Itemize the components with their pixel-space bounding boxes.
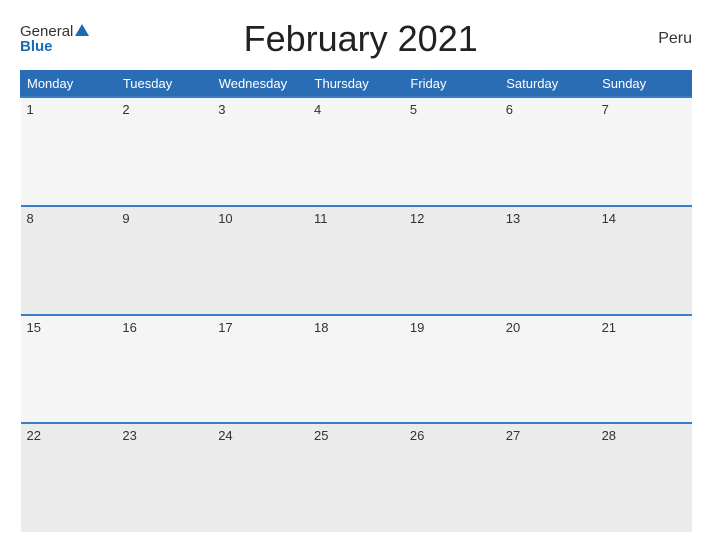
day-number: 6 [506, 102, 513, 117]
day-number: 23 [122, 428, 136, 443]
day-number: 1 [27, 102, 34, 117]
day-cell-11: 11 [308, 206, 404, 315]
weekday-monday: Monday [21, 71, 117, 98]
day-cell-1: 1 [21, 97, 117, 206]
week-row-2: 8 9 10 11 12 13 14 [21, 206, 692, 315]
weekday-thursday: Thursday [308, 71, 404, 98]
day-cell-20: 20 [500, 315, 596, 424]
day-number: 15 [27, 320, 41, 335]
day-cell-8: 8 [21, 206, 117, 315]
day-number: 11 [314, 211, 328, 226]
day-number: 7 [602, 102, 609, 117]
day-number: 10 [218, 211, 232, 226]
day-number: 25 [314, 428, 328, 443]
day-number: 16 [122, 320, 136, 335]
day-number: 21 [602, 320, 616, 335]
day-number: 28 [602, 428, 616, 443]
day-number: 5 [410, 102, 417, 117]
country-label: Peru [632, 30, 692, 48]
day-cell-7: 7 [596, 97, 692, 206]
weekday-sunday: Sunday [596, 71, 692, 98]
day-number: 3 [218, 102, 225, 117]
weekday-wednesday: Wednesday [212, 71, 308, 98]
day-number: 2 [122, 102, 129, 117]
calendar-header: MondayTuesdayWednesdayThursdayFridaySatu… [21, 71, 692, 98]
day-number: 27 [506, 428, 520, 443]
day-cell-25: 25 [308, 423, 404, 532]
day-cell-23: 23 [116, 423, 212, 532]
weekday-tuesday: Tuesday [116, 71, 212, 98]
day-number: 17 [218, 320, 232, 335]
day-number: 9 [122, 211, 129, 226]
weekday-header-row: MondayTuesdayWednesdayThursdayFridaySatu… [21, 71, 692, 98]
day-number: 18 [314, 320, 328, 335]
logo-triangle-icon [75, 24, 89, 36]
day-cell-4: 4 [308, 97, 404, 206]
day-number: 20 [506, 320, 520, 335]
calendar-body: 1234567891011121314151617181920212223242… [21, 97, 692, 532]
weekday-friday: Friday [404, 71, 500, 98]
day-cell-16: 16 [116, 315, 212, 424]
day-cell-15: 15 [21, 315, 117, 424]
day-cell-28: 28 [596, 423, 692, 532]
day-number: 19 [410, 320, 424, 335]
week-row-1: 1 2 3 4 5 6 7 [21, 97, 692, 206]
day-cell-6: 6 [500, 97, 596, 206]
weekday-saturday: Saturday [500, 71, 596, 98]
week-row-4: 22 23 24 25 26 27 28 [21, 423, 692, 532]
day-cell-5: 5 [404, 97, 500, 206]
day-number: 22 [27, 428, 41, 443]
day-cell-17: 17 [212, 315, 308, 424]
day-cell-12: 12 [404, 206, 500, 315]
day-number: 8 [27, 211, 34, 226]
logo-blue-text: Blue [20, 39, 53, 54]
day-cell-21: 21 [596, 315, 692, 424]
day-cell-2: 2 [116, 97, 212, 206]
logo-general-text: General [20, 24, 73, 39]
logo: General Blue [20, 24, 89, 54]
month-title: February 2021 [89, 18, 632, 60]
day-number: 12 [410, 211, 424, 226]
header: General Blue February 2021 Peru [20, 18, 692, 60]
day-cell-14: 14 [596, 206, 692, 315]
calendar-table: MondayTuesdayWednesdayThursdayFridaySatu… [20, 70, 692, 532]
day-number: 13 [506, 211, 520, 226]
day-cell-22: 22 [21, 423, 117, 532]
day-cell-19: 19 [404, 315, 500, 424]
day-cell-9: 9 [116, 206, 212, 315]
day-cell-10: 10 [212, 206, 308, 315]
day-cell-13: 13 [500, 206, 596, 315]
day-cell-26: 26 [404, 423, 500, 532]
day-number: 24 [218, 428, 232, 443]
day-cell-27: 27 [500, 423, 596, 532]
day-number: 26 [410, 428, 424, 443]
day-cell-24: 24 [212, 423, 308, 532]
day-number: 14 [602, 211, 616, 226]
day-cell-18: 18 [308, 315, 404, 424]
day-number: 4 [314, 102, 321, 117]
week-row-3: 15 16 17 18 19 20 21 [21, 315, 692, 424]
day-cell-3: 3 [212, 97, 308, 206]
